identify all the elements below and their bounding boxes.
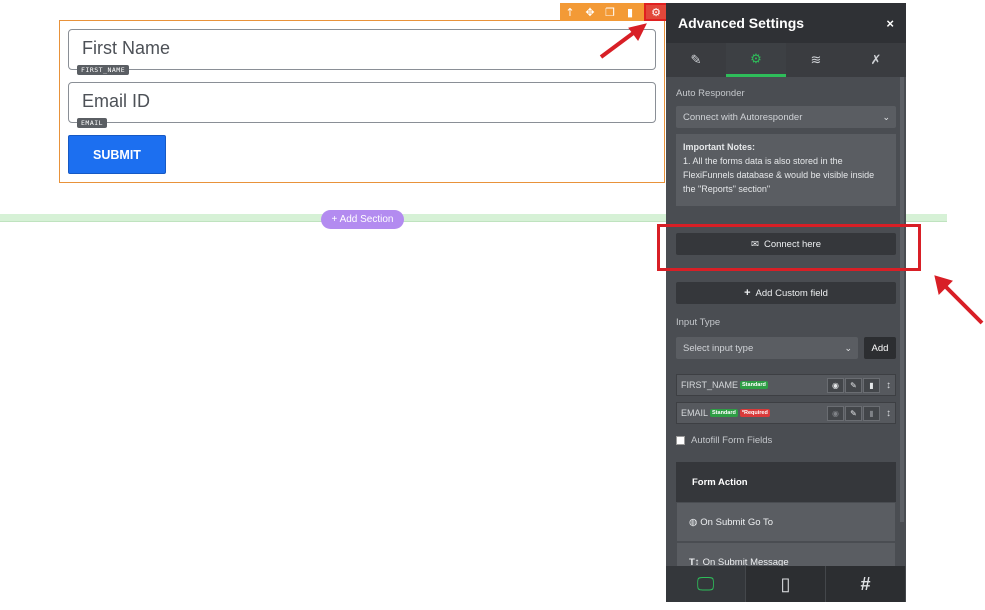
highlight-box — [657, 224, 921, 271]
auto-responder-label: Auto Responder — [676, 88, 745, 99]
eye-icon[interactable]: ◉ — [827, 377, 844, 393]
tab-animation[interactable]: ✗ — [846, 43, 906, 77]
field-row-name: EMAIL — [681, 408, 709, 418]
add-custom-field-button[interactable]: + Add Custom field — [676, 282, 896, 304]
element-toolbar: ↑ ✥ ❐ ▮ ⚙ — [560, 3, 668, 21]
submit-button[interactable]: SUBMIT — [68, 135, 166, 174]
on-submit-go-to-item[interactable]: ◍ On Submit Go To — [676, 502, 896, 542]
duplicate-icon[interactable]: ❐ — [600, 3, 620, 21]
add-section-button[interactable]: + Add Section — [321, 210, 404, 229]
tab-layers[interactable]: ≋ — [786, 43, 846, 77]
on-submit-go-to-label: On Submit Go To — [700, 516, 773, 528]
notes-text: 1. All the forms data is also stored in … — [683, 156, 875, 194]
autoresponder-select-value: Connect with Autoresponder — [683, 111, 803, 123]
globe-icon: ◍ — [689, 516, 698, 528]
panel-title: Advanced Settings — [678, 15, 805, 31]
chevron-down-icon: ⌄ — [844, 342, 852, 353]
panel-tabs: ✎ ⚙ ≋ ✗ — [666, 43, 906, 77]
required-badge: *Required — [739, 409, 770, 417]
panel-header: Advanced Settings × — [666, 3, 906, 43]
add-input-type-button[interactable]: Add — [864, 337, 896, 359]
tab-style[interactable]: ✎ — [666, 43, 726, 77]
tab-settings[interactable]: ⚙ — [726, 43, 786, 77]
gear-icon: ⚙ — [750, 50, 762, 66]
up-arrow-icon[interactable]: ↑ — [560, 3, 580, 21]
autofill-checkbox[interactable] — [676, 436, 685, 445]
advanced-settings-panel: Advanced Settings × ✎ ⚙ ≋ ✗ Auto Respond… — [666, 3, 906, 602]
input-type-label: Input Type — [676, 317, 721, 328]
arrow-to-connect — [934, 275, 984, 325]
layers-icon: ≋ — [810, 52, 822, 67]
field-row-first-name: FIRST_NAME Standard ◉ ✎ ▮ ↕ — [676, 374, 896, 396]
first-name-field[interactable]: First Name FIRST_NAME — [68, 29, 656, 75]
desktop-icon[interactable]: 🖵 — [666, 566, 746, 602]
add-custom-field-label: Add Custom field — [755, 287, 828, 299]
form-action-header[interactable]: Form Action — [676, 462, 896, 502]
autofill-label: Autofill Form Fields — [691, 435, 773, 446]
field-row-email: EMAIL Standard *Required ◉ ✎ ▮ ↕ — [676, 402, 896, 424]
field-tag: EMAIL — [77, 118, 108, 128]
reorder-icon[interactable]: ↕ — [886, 408, 891, 419]
pencil-icon[interactable]: ✎ — [845, 377, 862, 393]
device-switcher: 🖵 ▯ # — [666, 566, 906, 602]
field-tag: FIRST_NAME — [77, 65, 130, 75]
brush-icon: ✎ — [690, 52, 702, 67]
email-placeholder: Email ID — [82, 91, 151, 111]
chevron-down-icon: ⌄ — [882, 111, 890, 122]
hash-icon[interactable]: # — [826, 566, 906, 602]
first-name-placeholder: First Name — [82, 38, 171, 58]
autofill-row[interactable]: Autofill Form Fields — [676, 435, 772, 446]
important-notes: Important Notes: 1. All the forms data i… — [676, 134, 896, 206]
standard-badge: Standard — [710, 409, 738, 417]
eye-icon[interactable]: ◉ — [827, 405, 844, 421]
pencil-icon[interactable]: ✎ — [845, 405, 862, 421]
panel-scrollbar[interactable] — [900, 77, 904, 522]
running-icon: ✗ — [870, 52, 882, 67]
trash-icon[interactable]: ▮ — [863, 405, 880, 421]
email-field[interactable]: Email ID EMAIL — [68, 82, 656, 128]
trash-icon[interactable]: ▮ — [863, 377, 880, 393]
field-row-name: FIRST_NAME — [681, 380, 739, 390]
reorder-icon[interactable]: ↕ — [886, 380, 891, 391]
trash-icon[interactable]: ▮ — [620, 3, 640, 21]
input-type-select-value: Select input type — [683, 342, 754, 354]
input-type-select[interactable]: Select input type ⌄ — [676, 337, 858, 359]
gear-icon[interactable]: ⚙ — [644, 3, 668, 21]
autoresponder-select[interactable]: Connect with Autoresponder ⌄ — [676, 106, 896, 128]
standard-badge: Standard — [740, 381, 768, 389]
notes-title: Important Notes: — [683, 142, 755, 152]
move-icon[interactable]: ✥ — [580, 3, 600, 21]
plus-icon: + — [744, 287, 751, 299]
mobile-icon[interactable]: ▯ — [746, 566, 826, 602]
close-icon[interactable]: × — [886, 16, 894, 31]
